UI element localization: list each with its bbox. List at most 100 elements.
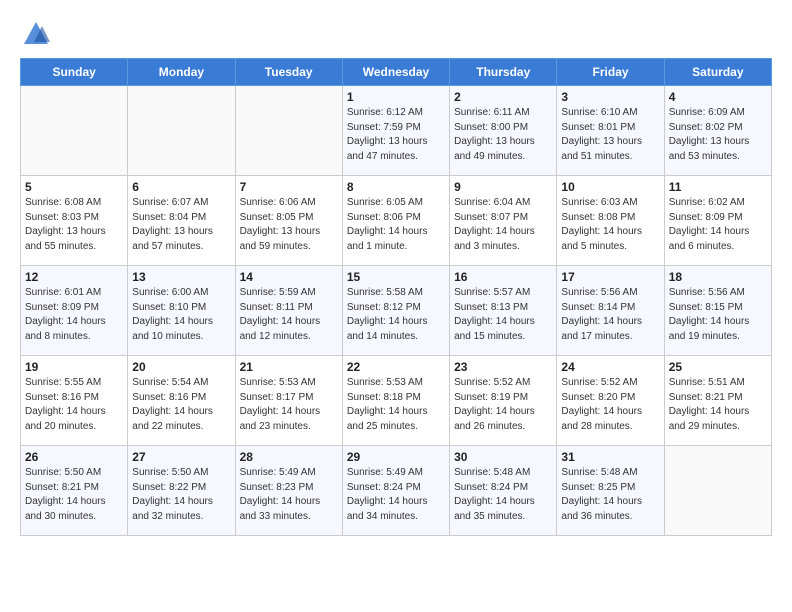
day-info: Sunrise: 6:08 AM Sunset: 8:03 PM Dayligh… [25,196,123,254]
day-number: 4 [669,90,767,104]
calendar-cell: 29 Sunrise: 5:49 AM Sunset: 8:24 PM Dayli… [342,446,449,536]
day-number: 19 [25,360,123,374]
calendar-cell: 27 Sunrise: 5:50 AM Sunset: 8:22 PM Dayli… [128,446,235,536]
day-info: Sunrise: 5:58 AM Sunset: 8:12 PM Dayligh… [347,286,445,344]
calendar-cell: 10 Sunrise: 6:03 AM Sunset: 8:08 PM Dayli… [557,176,664,266]
calendar-header: SundayMondayTuesdayWednesdayThursdayFrid… [21,59,772,86]
day-number: 14 [240,270,338,284]
day-info: Sunrise: 5:53 AM Sunset: 8:18 PM Dayligh… [347,376,445,434]
day-number: 17 [561,270,659,284]
day-info: Sunrise: 5:52 AM Sunset: 8:19 PM Dayligh… [454,376,552,434]
day-number: 8 [347,180,445,194]
day-info: Sunrise: 5:56 AM Sunset: 8:14 PM Dayligh… [561,286,659,344]
day-info: Sunrise: 5:53 AM Sunset: 8:17 PM Dayligh… [240,376,338,434]
calendar-cell: 21Sunrise: 5:53 AM Sunset: 8:17 PM Dayli… [235,356,342,446]
calendar-week-1: 1 Sunrise: 6:12 AM Sunset: 7:59 PM Daylig… [21,86,772,176]
weekday-header-saturday: Saturday [664,59,771,86]
day-info: Sunrise: 5:51 AM Sunset: 8:21 PM Dayligh… [669,376,767,434]
weekday-header-thursday: Thursday [450,59,557,86]
calendar-week-2: 5Sunrise: 6:08 AM Sunset: 8:03 PM Daylig… [21,176,772,266]
day-info: Sunrise: 5:52 AM Sunset: 8:20 PM Dayligh… [561,376,659,434]
day-info: Sunrise: 5:49 AM Sunset: 8:24 PM Dayligh… [347,466,445,524]
day-number: 29 [347,450,445,464]
calendar-cell: 1 Sunrise: 6:12 AM Sunset: 7:59 PM Daylig… [342,86,449,176]
calendar-cell: 2 Sunrise: 6:11 AM Sunset: 8:00 PM Daylig… [450,86,557,176]
logo [20,20,50,48]
day-number: 23 [454,360,552,374]
day-number: 9 [454,180,552,194]
day-number: 26 [25,450,123,464]
weekday-header-tuesday: Tuesday [235,59,342,86]
day-info: Sunrise: 6:00 AM Sunset: 8:10 PM Dayligh… [132,286,230,344]
day-info: Sunrise: 5:50 AM Sunset: 8:21 PM Dayligh… [25,466,123,524]
day-info: Sunrise: 5:54 AM Sunset: 8:16 PM Dayligh… [132,376,230,434]
day-number: 11 [669,180,767,194]
day-number: 18 [669,270,767,284]
day-info: Sunrise: 6:02 AM Sunset: 8:09 PM Dayligh… [669,196,767,254]
calendar-cell: 23 Sunrise: 5:52 AM Sunset: 8:19 PM Dayli… [450,356,557,446]
day-info: Sunrise: 5:48 AM Sunset: 8:25 PM Dayligh… [561,466,659,524]
calendar-cell: 22Sunrise: 5:53 AM Sunset: 8:18 PM Dayli… [342,356,449,446]
day-info: Sunrise: 5:56 AM Sunset: 8:15 PM Dayligh… [669,286,767,344]
day-number: 16 [454,270,552,284]
day-info: Sunrise: 5:48 AM Sunset: 8:24 PM Dayligh… [454,466,552,524]
calendar-week-5: 26 Sunrise: 5:50 AM Sunset: 8:21 PM Dayli… [21,446,772,536]
calendar-cell: 9 Sunrise: 6:04 AM Sunset: 8:07 PM Daylig… [450,176,557,266]
day-info: Sunrise: 5:50 AM Sunset: 8:22 PM Dayligh… [132,466,230,524]
weekday-header-sunday: Sunday [21,59,128,86]
weekday-row: SundayMondayTuesdayWednesdayThursdayFrid… [21,59,772,86]
weekday-header-monday: Monday [128,59,235,86]
day-number: 30 [454,450,552,464]
day-number: 3 [561,90,659,104]
calendar-cell: 18 Sunrise: 5:56 AM Sunset: 8:15 PM Dayli… [664,266,771,356]
calendar-cell [21,86,128,176]
calendar-cell: 4 Sunrise: 6:09 AM Sunset: 8:02 PM Daylig… [664,86,771,176]
day-number: 20 [132,360,230,374]
day-number: 24 [561,360,659,374]
day-number: 1 [347,90,445,104]
day-number: 7 [240,180,338,194]
calendar-week-3: 12 Sunrise: 6:01 AM Sunset: 8:09 PM Dayli… [21,266,772,356]
calendar-body: 1 Sunrise: 6:12 AM Sunset: 7:59 PM Daylig… [21,86,772,536]
calendar-cell: 26 Sunrise: 5:50 AM Sunset: 8:21 PM Dayli… [21,446,128,536]
day-number: 13 [132,270,230,284]
calendar-cell: 16 Sunrise: 5:57 AM Sunset: 8:13 PM Dayli… [450,266,557,356]
calendar-cell: 7Sunrise: 6:06 AM Sunset: 8:05 PM Daylig… [235,176,342,266]
calendar-cell [664,446,771,536]
day-info: Sunrise: 5:59 AM Sunset: 8:11 PM Dayligh… [240,286,338,344]
day-info: Sunrise: 6:09 AM Sunset: 8:02 PM Dayligh… [669,106,767,164]
calendar-cell: 25 Sunrise: 5:51 AM Sunset: 8:21 PM Dayli… [664,356,771,446]
day-number: 2 [454,90,552,104]
calendar-cell: 8Sunrise: 6:05 AM Sunset: 8:06 PM Daylig… [342,176,449,266]
day-number: 28 [240,450,338,464]
calendar-cell: 19 Sunrise: 5:55 AM Sunset: 8:16 PM Dayli… [21,356,128,446]
day-info: Sunrise: 6:01 AM Sunset: 8:09 PM Dayligh… [25,286,123,344]
calendar-cell [128,86,235,176]
day-info: Sunrise: 5:57 AM Sunset: 8:13 PM Dayligh… [454,286,552,344]
day-number: 12 [25,270,123,284]
calendar-cell: 3 Sunrise: 6:10 AM Sunset: 8:01 PM Daylig… [557,86,664,176]
day-number: 31 [561,450,659,464]
weekday-header-friday: Friday [557,59,664,86]
calendar-cell: 5Sunrise: 6:08 AM Sunset: 8:03 PM Daylig… [21,176,128,266]
day-number: 6 [132,180,230,194]
day-info: Sunrise: 5:55 AM Sunset: 8:16 PM Dayligh… [25,376,123,434]
calendar-cell: 30 Sunrise: 5:48 AM Sunset: 8:24 PM Dayli… [450,446,557,536]
day-info: Sunrise: 6:04 AM Sunset: 8:07 PM Dayligh… [454,196,552,254]
weekday-header-wednesday: Wednesday [342,59,449,86]
day-info: Sunrise: 6:12 AM Sunset: 7:59 PM Dayligh… [347,106,445,164]
calendar-cell: 14 Sunrise: 5:59 AM Sunset: 8:11 PM Dayli… [235,266,342,356]
day-number: 10 [561,180,659,194]
day-info: Sunrise: 6:03 AM Sunset: 8:08 PM Dayligh… [561,196,659,254]
day-info: Sunrise: 6:11 AM Sunset: 8:00 PM Dayligh… [454,106,552,164]
calendar-cell: 17 Sunrise: 5:56 AM Sunset: 8:14 PM Dayli… [557,266,664,356]
calendar-cell [235,86,342,176]
day-info: Sunrise: 5:49 AM Sunset: 8:23 PM Dayligh… [240,466,338,524]
day-info: Sunrise: 6:07 AM Sunset: 8:04 PM Dayligh… [132,196,230,254]
day-number: 27 [132,450,230,464]
calendar-table: SundayMondayTuesdayWednesdayThursdayFrid… [20,58,772,536]
calendar-cell: 15Sunrise: 5:58 AM Sunset: 8:12 PM Dayli… [342,266,449,356]
day-number: 25 [669,360,767,374]
logo-icon [22,20,50,48]
day-info: Sunrise: 6:10 AM Sunset: 8:01 PM Dayligh… [561,106,659,164]
